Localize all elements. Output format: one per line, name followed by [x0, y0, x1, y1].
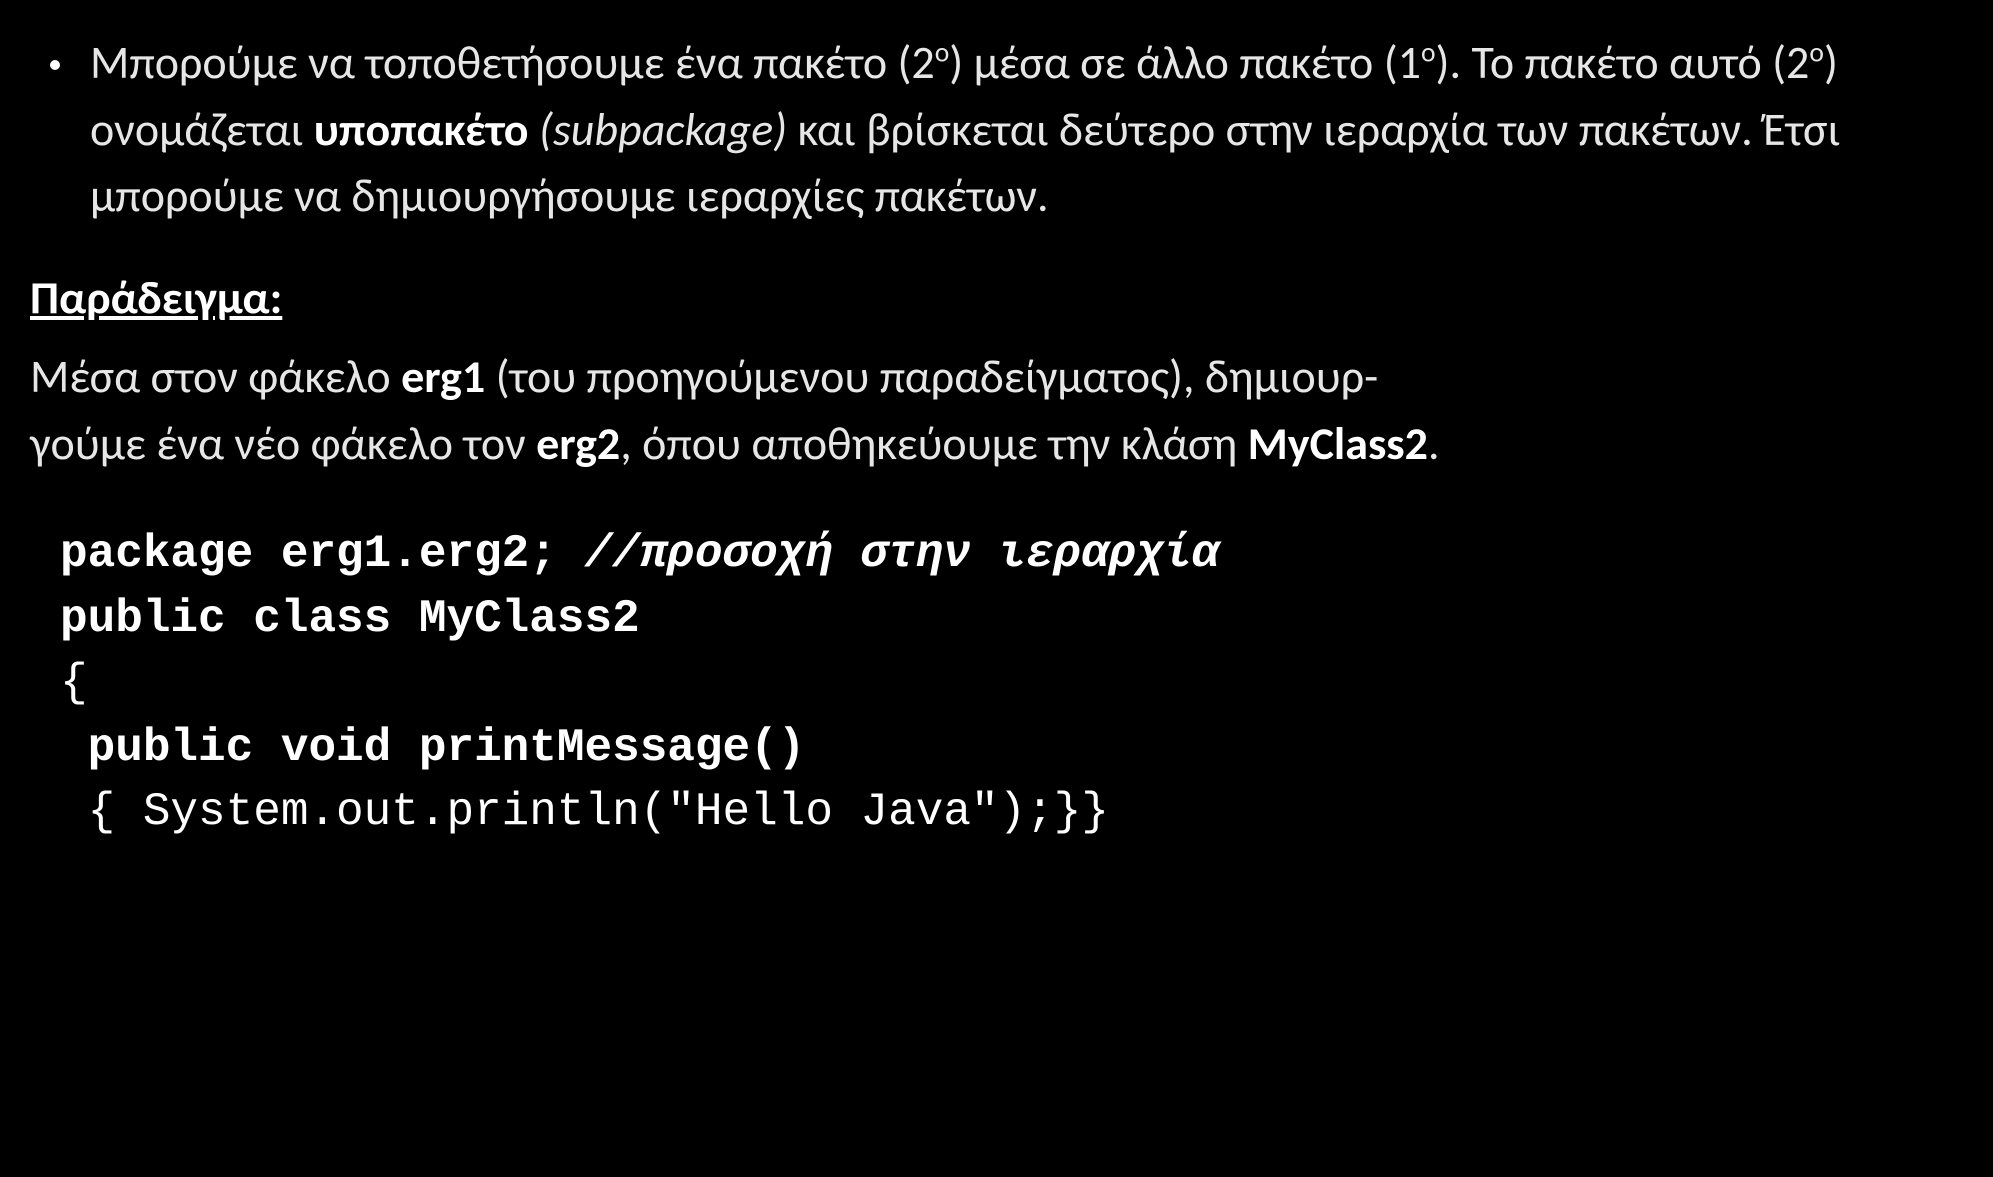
text-italic: (subpackage)	[528, 102, 787, 158]
code-line: public void printMessage()	[60, 722, 805, 774]
text-bold: erg1	[401, 349, 485, 405]
text-fragment: , όπου αποθηκεύουμε την κλάση	[620, 416, 1247, 472]
code-line: { System.out.println("Hello Java");}}	[60, 786, 1109, 838]
example-heading: Παράδειγμα:	[30, 270, 1963, 326]
bullet-item: Μπορούμε να τοποθετήσουμε ένα πακέτο (2o…	[30, 30, 1963, 230]
text-fragment: Μπορούμε να τοποθετήσουμε ένα πακέτο (2	[90, 35, 935, 91]
bullet-dot	[50, 60, 60, 70]
superscript: o	[935, 37, 950, 70]
text-fragment: ) μέσα σε άλλο πακέτο (1	[949, 35, 1421, 91]
code-line: {	[60, 657, 88, 709]
code-line: package erg1.erg2;	[60, 528, 557, 580]
code-comment: //προσοχή στην ιεραρχία	[557, 528, 1220, 580]
code-line: public class MyClass2	[60, 593, 640, 645]
slide: Μπορούμε να τοποθετήσουμε ένα πακέτο (2o…	[0, 0, 1993, 1177]
example-body: Μέσα στον φάκελο erg1 (του προηγούμενου …	[30, 344, 1963, 477]
text-fragment: Μέσα στον φάκελο	[30, 349, 401, 405]
text-bold: erg2	[536, 416, 620, 472]
superscript: o	[1809, 37, 1824, 70]
text-fragment: ). Το πακέτο αυτό (2	[1436, 35, 1810, 91]
bullet-text: Μπορούμε να τοποθετήσουμε ένα πακέτο (2o…	[90, 30, 1963, 230]
text-fragment: (του προηγούμενου παραδείγματος), δημιου…	[485, 349, 1378, 405]
code-block: package erg1.erg2; //προσοχή στην ιεραρχ…	[60, 522, 1963, 844]
text-bold: MyClass2	[1248, 416, 1428, 472]
text-bold: υποπακέτο	[314, 102, 529, 158]
superscript: o	[1421, 37, 1436, 70]
text-fragment: .	[1428, 416, 1440, 472]
text-fragment: γούμε ένα νέο φάκελο τον	[30, 416, 536, 472]
